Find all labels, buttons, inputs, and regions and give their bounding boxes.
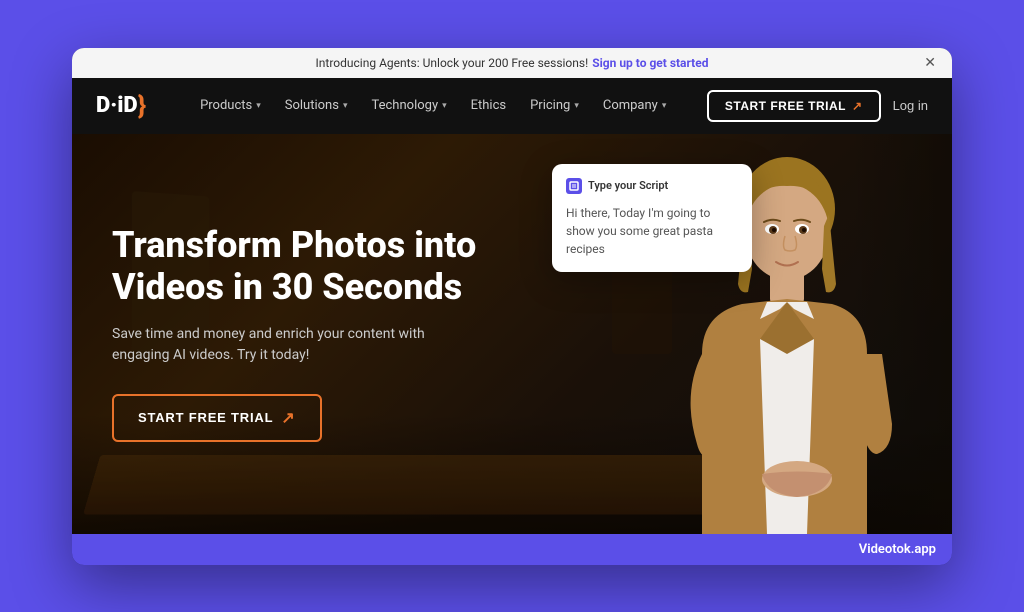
card-body: Hi there, Today I'm going to show you so… [566,204,738,258]
hero-title: Transform Photos into Videos in 30 Secon… [112,225,490,308]
arrow-icon: ↗ [281,408,295,428]
chevron-down-icon: ▾ [256,101,261,111]
watermark: Videotok.app [72,534,952,565]
nav-login-button[interactable]: Log in [893,98,928,113]
browser-window: Introducing Agents: Unlock your 200 Free… [72,48,952,565]
arrow-icon: ↗ [852,99,863,113]
hero-subtitle: Save time and money and enrich your cont… [112,324,432,366]
logo-text: D [96,93,110,118]
hero-section: Transform Photos into Videos in 30 Secon… [72,134,952,534]
nav-actions: START FREE TRIAL ↗ Log in [707,90,928,122]
announcement-text: Introducing Agents: Unlock your 200 Free… [316,56,589,70]
card-title: Type your Script [588,179,668,192]
nav-items: Products ▾ Solutions ▾ Technology ▾ Ethi… [190,92,687,119]
chevron-down-icon: ▾ [442,101,447,111]
nav-products[interactable]: Products ▾ [190,92,271,119]
script-icon [566,178,582,194]
nav-trial-button[interactable]: START FREE TRIAL ↗ [707,90,881,122]
chevron-down-icon: ▾ [574,101,579,111]
close-announcement-button[interactable]: ✕ [924,54,936,71]
navbar: D · iD } Products ▾ Solutions ▾ Technolo… [72,78,952,134]
hero-trial-button[interactable]: START FREE TRIAL ↗ [112,394,322,442]
chevron-down-icon: ▾ [343,101,348,111]
chevron-down-icon: ▾ [662,101,667,111]
nav-ethics[interactable]: Ethics [461,92,516,119]
nav-solutions[interactable]: Solutions ▾ [275,92,358,119]
announcement-bar: Introducing Agents: Unlock your 200 Free… [72,48,952,78]
announcement-cta[interactable]: Sign up to get started [592,56,708,70]
script-card: Type your Script Hi there, Today I'm goi… [552,164,752,272]
hero-content: Transform Photos into Videos in 30 Secon… [72,134,530,534]
card-header: Type your Script [566,178,738,194]
nav-company[interactable]: Company ▾ [593,92,677,119]
nav-technology[interactable]: Technology ▾ [361,92,456,119]
nav-pricing[interactable]: Pricing ▾ [520,92,589,119]
logo[interactable]: D · iD } [96,91,146,121]
